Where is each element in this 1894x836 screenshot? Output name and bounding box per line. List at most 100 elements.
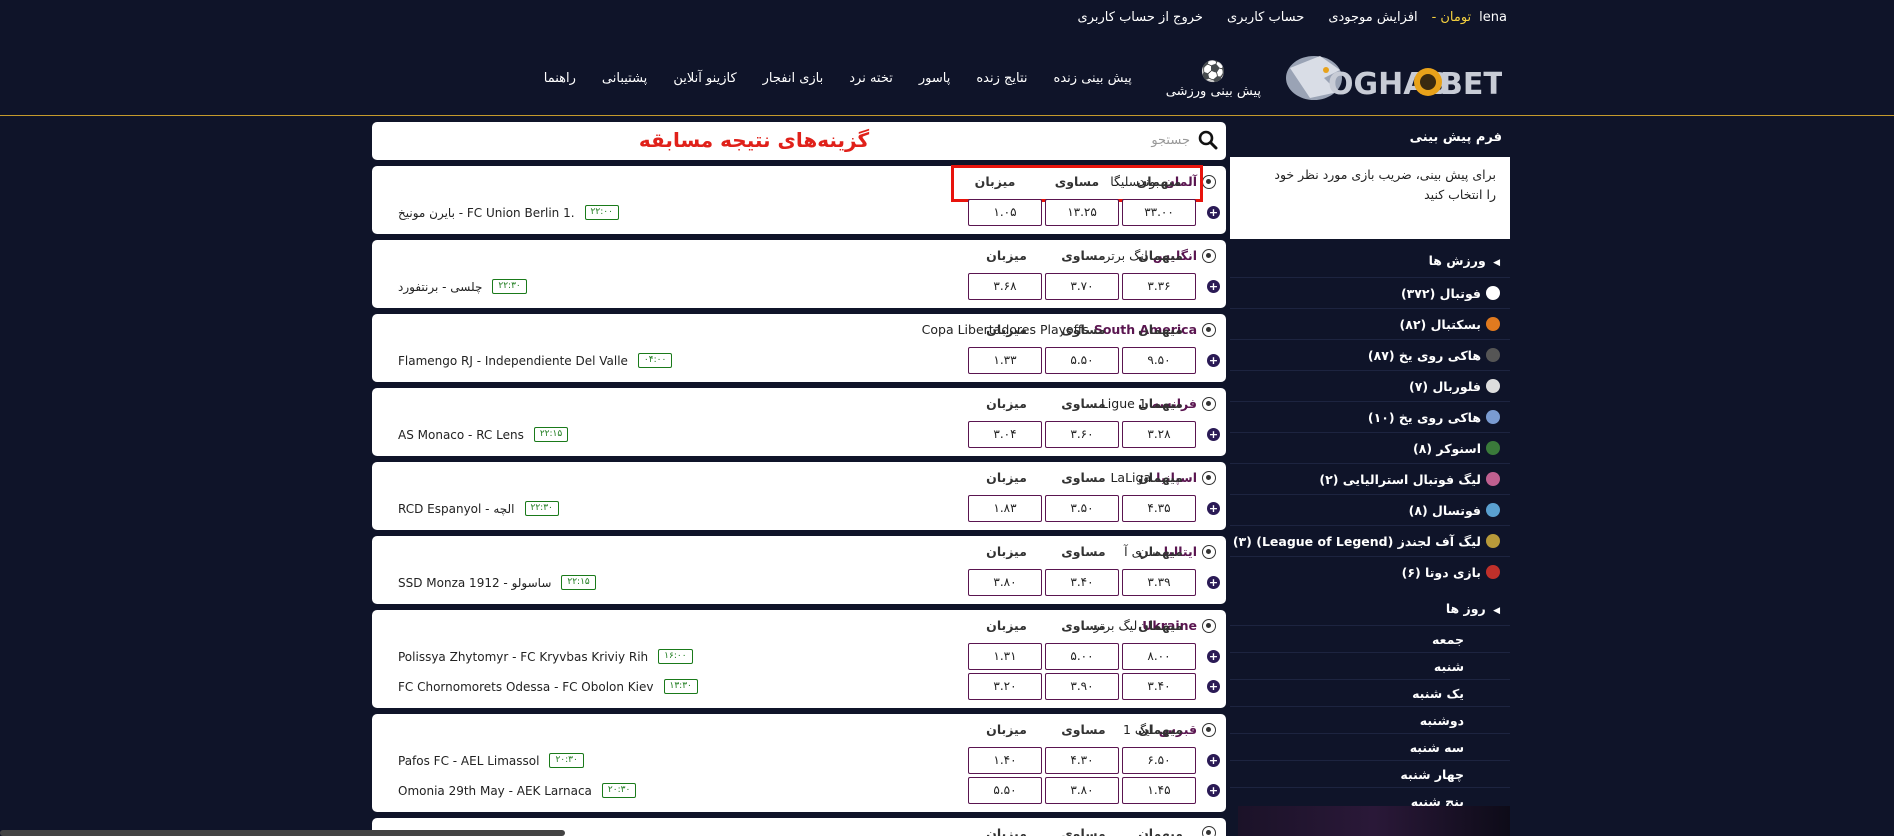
odd-button-draw[interactable]: ۳.۷۰: [1045, 273, 1119, 300]
odd-button-home[interactable]: ۱.۸۳: [968, 495, 1042, 522]
match-row: Omonia 29th May - AEK Larnaca ۲۰:۳۰ ۵.۵۰ ۳.…: [372, 776, 1226, 806]
odd-button-away[interactable]: ۳.۲۸: [1122, 421, 1196, 448]
odd-button-away[interactable]: ۳.۴۰: [1122, 673, 1196, 700]
odd-button-draw[interactable]: ۳.۹۰: [1045, 673, 1119, 700]
match-row: AS Monaco - RC Lens ۲۲:۱۵ ۳.۰۴ ۳.۶۰ ۳.۲۸ +: [372, 420, 1226, 450]
sidebar-item-sport[interactable]: هاکی روی یخ (۸۷): [1230, 339, 1510, 370]
odd-button-away[interactable]: ۳.۳۶: [1122, 273, 1196, 300]
match-teams[interactable]: SSD Monza 1912 - ساسولو: [398, 576, 551, 590]
odd-button-home[interactable]: ۳.۰۴: [968, 421, 1042, 448]
odd-button-away[interactable]: ۶.۵۰: [1122, 747, 1196, 774]
odd-button-away[interactable]: ۹.۵۰: [1122, 347, 1196, 374]
nav-live-results[interactable]: نتایج زنده: [976, 71, 1027, 86]
odd-button-home[interactable]: ۱.۰۵: [968, 199, 1042, 226]
odd-button-home[interactable]: ۱.۴۰: [968, 747, 1042, 774]
match-card: آلمان بوندسلیگا میزبان مساوی میهمان بایرن مون…: [372, 165, 1226, 234]
odd-button-away[interactable]: ۱.۴۵: [1122, 777, 1196, 804]
odd-button-draw[interactable]: ۵.۵۰: [1045, 347, 1119, 374]
horizontal-scrollbar[interactable]: [0, 830, 565, 836]
nav-crash[interactable]: بازی انفجار: [763, 71, 824, 86]
odd-button-draw[interactable]: ۳.۸۰: [1045, 777, 1119, 804]
nav-sports-prediction[interactable]: ⚽ پیش بینی ورزشی: [1166, 58, 1261, 99]
account-link[interactable]: حساب کاربری: [1227, 10, 1304, 25]
search-input[interactable]: جستجو: [1151, 133, 1190, 148]
odd-button-draw[interactable]: ۱۳.۲۵: [1045, 199, 1119, 226]
sidebar-item-day[interactable]: دوشنبه: [1230, 706, 1510, 733]
more-markets-button[interactable]: +: [1207, 784, 1220, 797]
odd-button-draw[interactable]: ۴.۳۰: [1045, 747, 1119, 774]
match-time-badge: ۲۰:۳۰: [549, 753, 584, 768]
soccer-icon: [1202, 826, 1216, 836]
match-row: چلسی - برنتفورد ۲۲:۳۰ ۳.۶۸ ۳.۷۰ ۳.۳۶ +: [372, 272, 1226, 302]
match-teams[interactable]: Omonia 29th May - AEK Larnaca: [398, 784, 592, 798]
sidebar-item-day[interactable]: یک شنبه: [1230, 679, 1510, 706]
match-teams[interactable]: Flamengo RJ - Independiente Del Valle: [398, 354, 628, 368]
odds-label-away: میهمان: [1138, 248, 1183, 263]
logo[interactable]: OGHAB BET: [1280, 48, 1504, 112]
odd-button-home[interactable]: ۵.۵۰: [968, 777, 1042, 804]
logo-text-right: BET: [1440, 67, 1502, 102]
increase-balance-link[interactable]: افزایش موجودی: [1328, 10, 1417, 25]
sidebar-item-sport[interactable]: بسکتبال (۸۲): [1230, 308, 1510, 339]
odd-button-home[interactable]: ۳.۲۰: [968, 673, 1042, 700]
match-teams[interactable]: FC Chornomorets Odessa - FC Obolon Kiev: [398, 680, 654, 694]
search-icon[interactable]: [1198, 130, 1218, 150]
match-teams[interactable]: چلسی - برنتفورد: [398, 280, 482, 294]
sidebar-item-sport[interactable]: بازی دوتا (۶): [1230, 556, 1510, 587]
sidebar-item-sport[interactable]: لیگ فوتبال استرالیایی (۲): [1230, 463, 1510, 494]
sidebar-item-sport[interactable]: فوتسال (۸): [1230, 494, 1510, 525]
more-markets-button[interactable]: +: [1207, 206, 1220, 219]
odd-button-draw[interactable]: ۳.۴۰: [1045, 569, 1119, 596]
sidebar-item-label: بازی دوتا (۶): [1401, 564, 1481, 580]
match-teams[interactable]: RCD Espanyol - الچه: [398, 502, 515, 516]
odd-button-home[interactable]: ۱.۳۱: [968, 643, 1042, 670]
more-markets-button[interactable]: +: [1207, 502, 1220, 515]
nav-support[interactable]: پشتیبانی: [602, 71, 647, 86]
odds-header: میزبان مساوی میهمان: [968, 826, 1200, 836]
nav-backgammon[interactable]: تخته نرد: [849, 71, 893, 86]
match-teams[interactable]: AS Monaco - RC Lens: [398, 428, 524, 442]
odd-button-home[interactable]: ۳.۸۰: [968, 569, 1042, 596]
match-teams[interactable]: Polissya Zhytomyr - FC Kryvbas Kriviy Ri…: [398, 650, 648, 664]
nav-live-prediction[interactable]: پیش بینی زنده: [1054, 71, 1132, 86]
nav-casino[interactable]: کازینو آنلاین: [673, 71, 736, 86]
odd-button-away[interactable]: ۳۳.۰۰: [1122, 199, 1196, 226]
odd-button-away[interactable]: ۴.۳۵: [1122, 495, 1196, 522]
more-markets-button[interactable]: +: [1207, 280, 1220, 293]
nav-guide[interactable]: راهنما: [544, 71, 576, 86]
odd-button-home[interactable]: ۱.۳۳: [968, 347, 1042, 374]
sidebar-item-sport[interactable]: لیگ آف لجندز (League of Legend) (۳): [1230, 525, 1510, 556]
odd-button-draw[interactable]: ۳.۶۰: [1045, 421, 1119, 448]
sidebar-item-day[interactable]: چهار شنبه: [1230, 760, 1510, 787]
sidebar-item-day[interactable]: جمعه: [1230, 625, 1510, 652]
match-row: بایرن مونیخ - FC Union Berlin 1. ۲۲:۰۰ ۱.۰…: [372, 198, 1226, 228]
sidebar-item-sport[interactable]: هاکی روی یخ (۱۰): [1230, 401, 1510, 432]
more-markets-button[interactable]: +: [1207, 754, 1220, 767]
sidebar-item-day[interactable]: شنبه: [1230, 652, 1510, 679]
sidebar-item-day[interactable]: سه شنبه: [1230, 733, 1510, 760]
match-teams[interactable]: Pafos FC - AEL Limassol: [398, 754, 539, 768]
odd-button-draw[interactable]: ۵.۰۰: [1045, 643, 1119, 670]
odds-label-away: میهمان: [1138, 470, 1183, 485]
sidebar-item-sport[interactable]: اسنوکر (۸): [1230, 432, 1510, 463]
sports-heading[interactable]: ◀ ورزش ها: [1230, 239, 1510, 277]
match-info: Pafos FC - AEL Limassol ۲۰:۳۰: [398, 753, 584, 768]
snooker-icon: [1486, 441, 1500, 455]
sidebar-item-sport[interactable]: فوتبال (۳۷۲): [1230, 277, 1510, 308]
more-markets-button[interactable]: +: [1207, 428, 1220, 441]
match-teams[interactable]: بایرن مونیخ - FC Union Berlin 1.: [398, 206, 575, 220]
logout-link[interactable]: خروج از حساب کاربری: [1078, 10, 1203, 25]
nav-passor[interactable]: پاسور: [919, 71, 950, 86]
odd-button-draw[interactable]: ۳.۵۰: [1045, 495, 1119, 522]
more-markets-button[interactable]: +: [1207, 650, 1220, 663]
days-heading[interactable]: ◀ روز ها: [1230, 587, 1510, 625]
odd-button-away[interactable]: ۳.۳۹: [1122, 569, 1196, 596]
more-markets-button[interactable]: +: [1207, 354, 1220, 367]
promo-image[interactable]: [1238, 806, 1510, 836]
sidebar-item-sport[interactable]: فلوربال (۷): [1230, 370, 1510, 401]
match-time-badge: ۲۲:۱۵: [533, 427, 569, 442]
more-markets-button[interactable]: +: [1207, 680, 1220, 693]
odd-button-home[interactable]: ۳.۶۸: [968, 273, 1042, 300]
more-markets-button[interactable]: +: [1207, 576, 1220, 589]
odd-button-away[interactable]: ۸.۰۰: [1122, 643, 1196, 670]
